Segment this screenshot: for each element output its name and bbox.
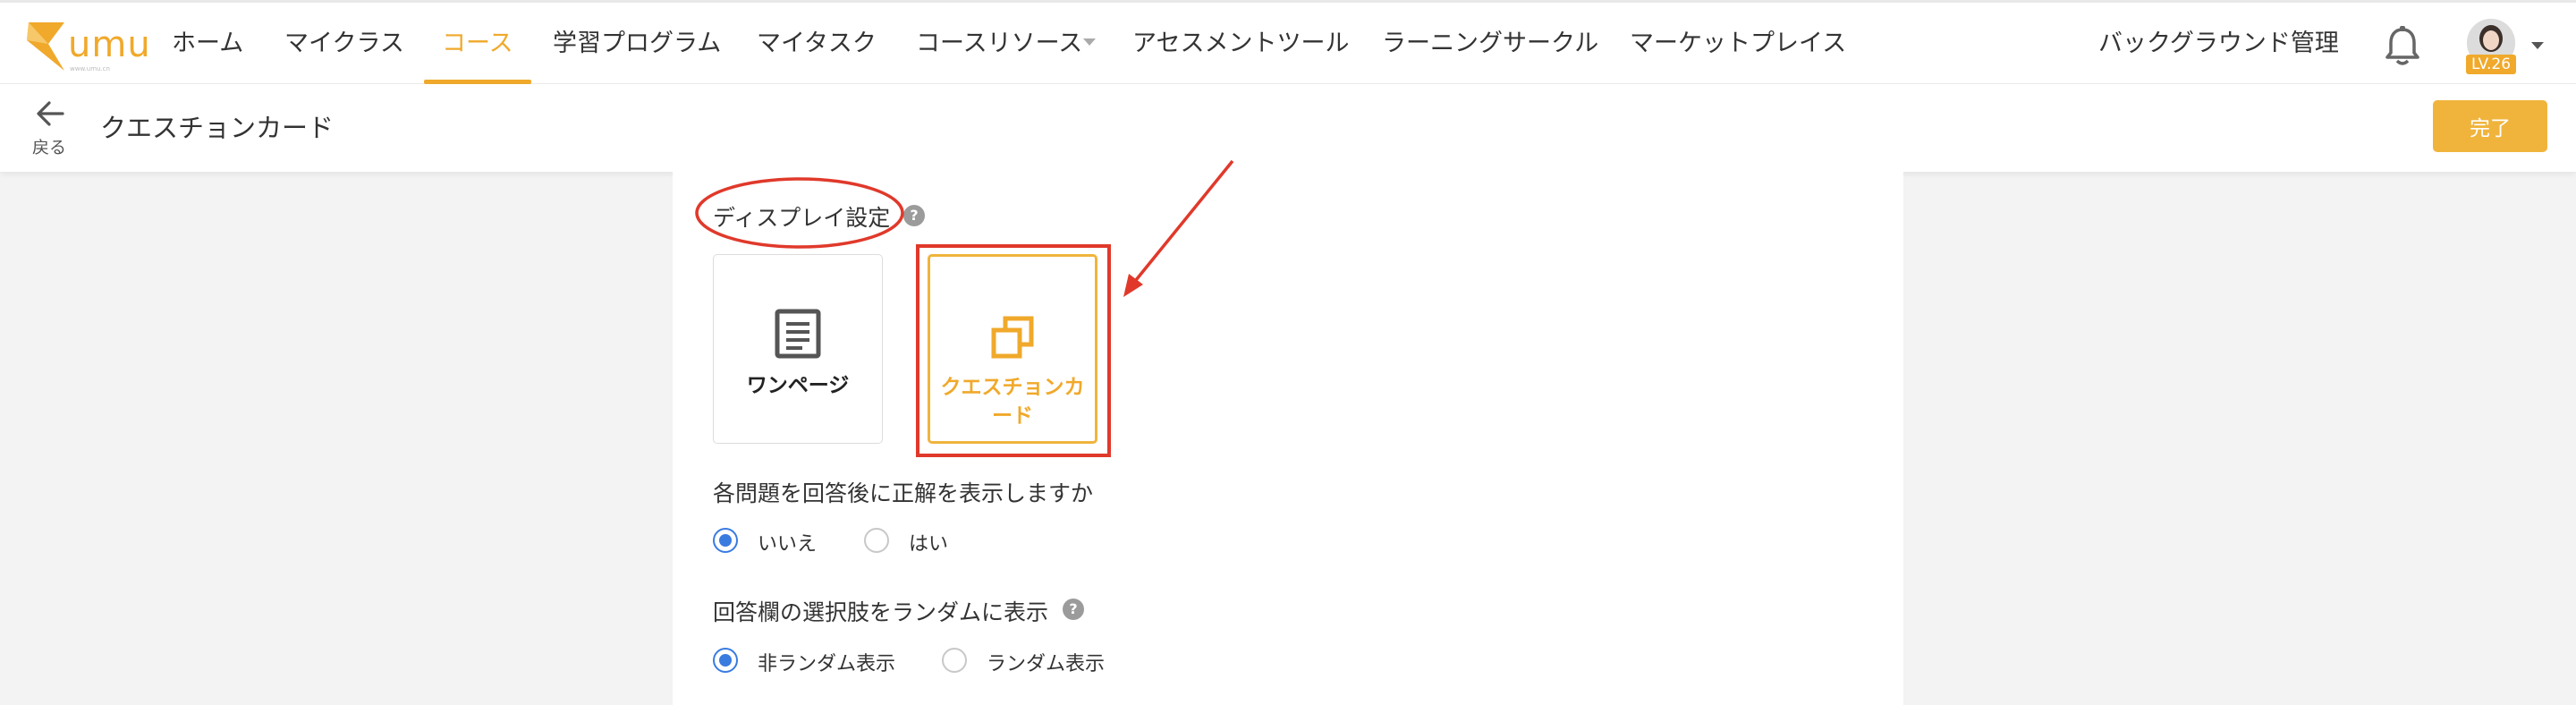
chevron-down-icon[interactable]: [2531, 42, 2544, 49]
document-icon: [775, 309, 821, 359]
question-card-option-card[interactable]: クエスチョンカ ード: [928, 254, 1097, 444]
label-line-2: ード: [992, 404, 1033, 428]
display-settings-title: ディスプレイ設定: [713, 205, 891, 231]
page-title: クエスチョンカード: [100, 113, 335, 143]
show-answer-no-radio[interactable]: [713, 528, 738, 553]
one-page-option-label: ワンページ: [746, 374, 850, 397]
nav-my-task[interactable]: マイタスク: [757, 3, 877, 84]
logo-subtext: www.umu.cn: [70, 65, 110, 72]
show-answer-yes-label[interactable]: はい: [909, 528, 948, 556]
help-icon[interactable]: ?: [903, 205, 925, 226]
show-answer-yes-radio[interactable]: [864, 528, 889, 553]
random-radio[interactable]: [942, 648, 967, 673]
umu-logo-icon: [27, 22, 64, 71]
random-label[interactable]: ランダム表示: [987, 648, 1105, 676]
nav-course-resources[interactable]: コースリソース: [916, 3, 1082, 84]
bell-icon[interactable]: [2383, 26, 2422, 67]
nav-learning-circle[interactable]: ラーニングサークル: [1382, 3, 1598, 84]
logo-wordmark: umu: [68, 24, 151, 65]
non-random-radio[interactable]: [713, 648, 738, 673]
help-icon[interactable]: ?: [1063, 599, 1084, 620]
random-choices-question: 回答欄の選択肢をランダムに表示: [713, 599, 1049, 625]
show-answer-question: 各問題を回答後に正解を表示しますか: [713, 480, 1094, 506]
non-random-label[interactable]: 非ランダム表示: [758, 648, 895, 676]
nav-assessment-tool[interactable]: アセスメントツール: [1132, 3, 1349, 84]
copy-cards-icon: [991, 316, 1034, 359]
show-answer-no-label[interactable]: いいえ: [758, 528, 817, 556]
top-navigation-bar: umu www.umu.cn ホーム マイクラス コース 学習プログラム マイタ…: [0, 0, 2576, 84]
nav-home[interactable]: ホーム: [172, 3, 243, 84]
done-button[interactable]: 完了: [2433, 100, 2547, 152]
level-badge: LV.26: [2466, 55, 2516, 74]
nav-my-class[interactable]: マイクラス: [284, 3, 404, 84]
settings-panel: ディスプレイ設定 ? ワンページ クエスチョンカ ード 各問題を回答後に正解を表…: [673, 172, 1903, 705]
one-page-option-card[interactable]: ワンページ: [713, 254, 883, 444]
nav-course[interactable]: コース: [424, 3, 531, 84]
label-line-1: クエスチョンカ: [940, 376, 1085, 399]
nav-background-admin[interactable]: バックグラウンド管理: [2098, 3, 2339, 84]
page-header: 戻る クエスチョンカード 完了: [0, 84, 2576, 172]
question-card-option-label: クエスチョンカ ード: [939, 373, 1086, 430]
umu-logo[interactable]: umu www.umu.cn: [25, 19, 150, 76]
chevron-down-icon[interactable]: [1083, 38, 1096, 46]
back-button-label[interactable]: 戻る: [32, 134, 66, 158]
nav-marketplace[interactable]: マーケットプレイス: [1630, 3, 1846, 84]
back-arrow-icon[interactable]: [36, 100, 64, 127]
nav-learning-program[interactable]: 学習プログラム: [553, 3, 721, 84]
